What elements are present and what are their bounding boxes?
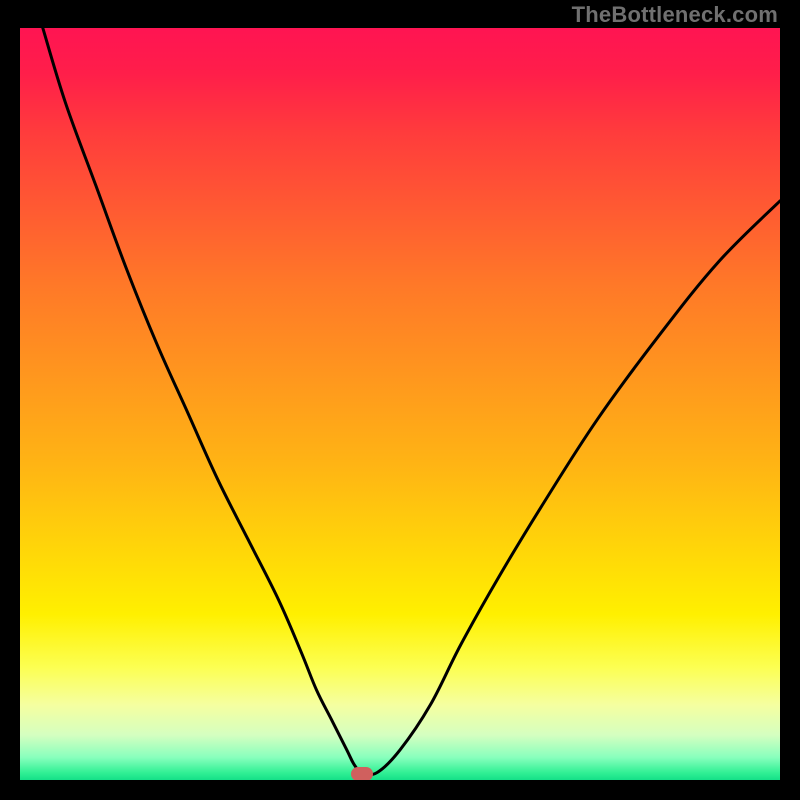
attribution-label: TheBottleneck.com: [572, 2, 778, 28]
chart-container: TheBottleneck.com: [0, 0, 800, 800]
bottleneck-curve: [20, 28, 780, 780]
optimal-marker: [351, 767, 373, 780]
plot-area: [20, 28, 780, 780]
